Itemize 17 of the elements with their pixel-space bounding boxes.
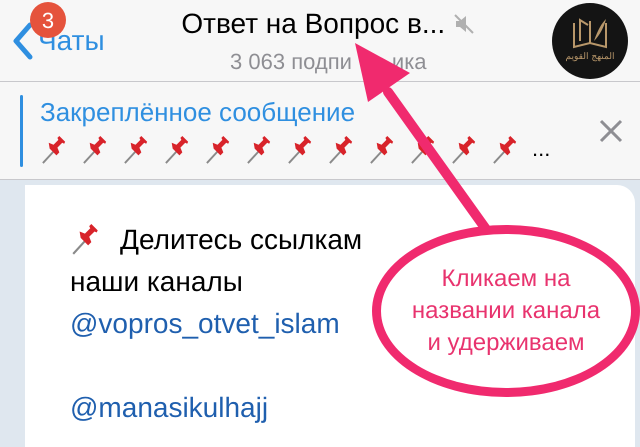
channel-avatar[interactable]: المنهج القويم <box>552 2 628 78</box>
annotation-text: Кликаем на <box>442 264 570 294</box>
subscriber-count: 3 063 подпи <box>230 48 352 76</box>
close-icon[interactable] <box>598 118 624 144</box>
channel-link[interactable]: @vopros_otvet_islam <box>70 308 340 339</box>
book-logo-icon <box>570 16 610 51</box>
message-text: наши каналы <box>70 266 243 297</box>
annotation-text: и удерживаем <box>427 328 585 358</box>
pinned-title: Закреплённое сообщение <box>40 96 356 128</box>
preview-ellipsis: ... <box>532 135 550 164</box>
pinned-message-bar[interactable]: Закреплённое сообщение ... <box>0 82 640 180</box>
annotation-text: названии канала <box>412 296 600 326</box>
channel-title[interactable]: Ответ на Вопрос в... <box>181 3 446 45</box>
chevron-left-icon <box>12 20 34 60</box>
channel-link[interactable]: @manasikulhajj <box>70 392 268 423</box>
message-text: Делитесь ссылкам <box>120 223 362 257</box>
avatar-caption: المنهج القويم <box>566 50 614 64</box>
